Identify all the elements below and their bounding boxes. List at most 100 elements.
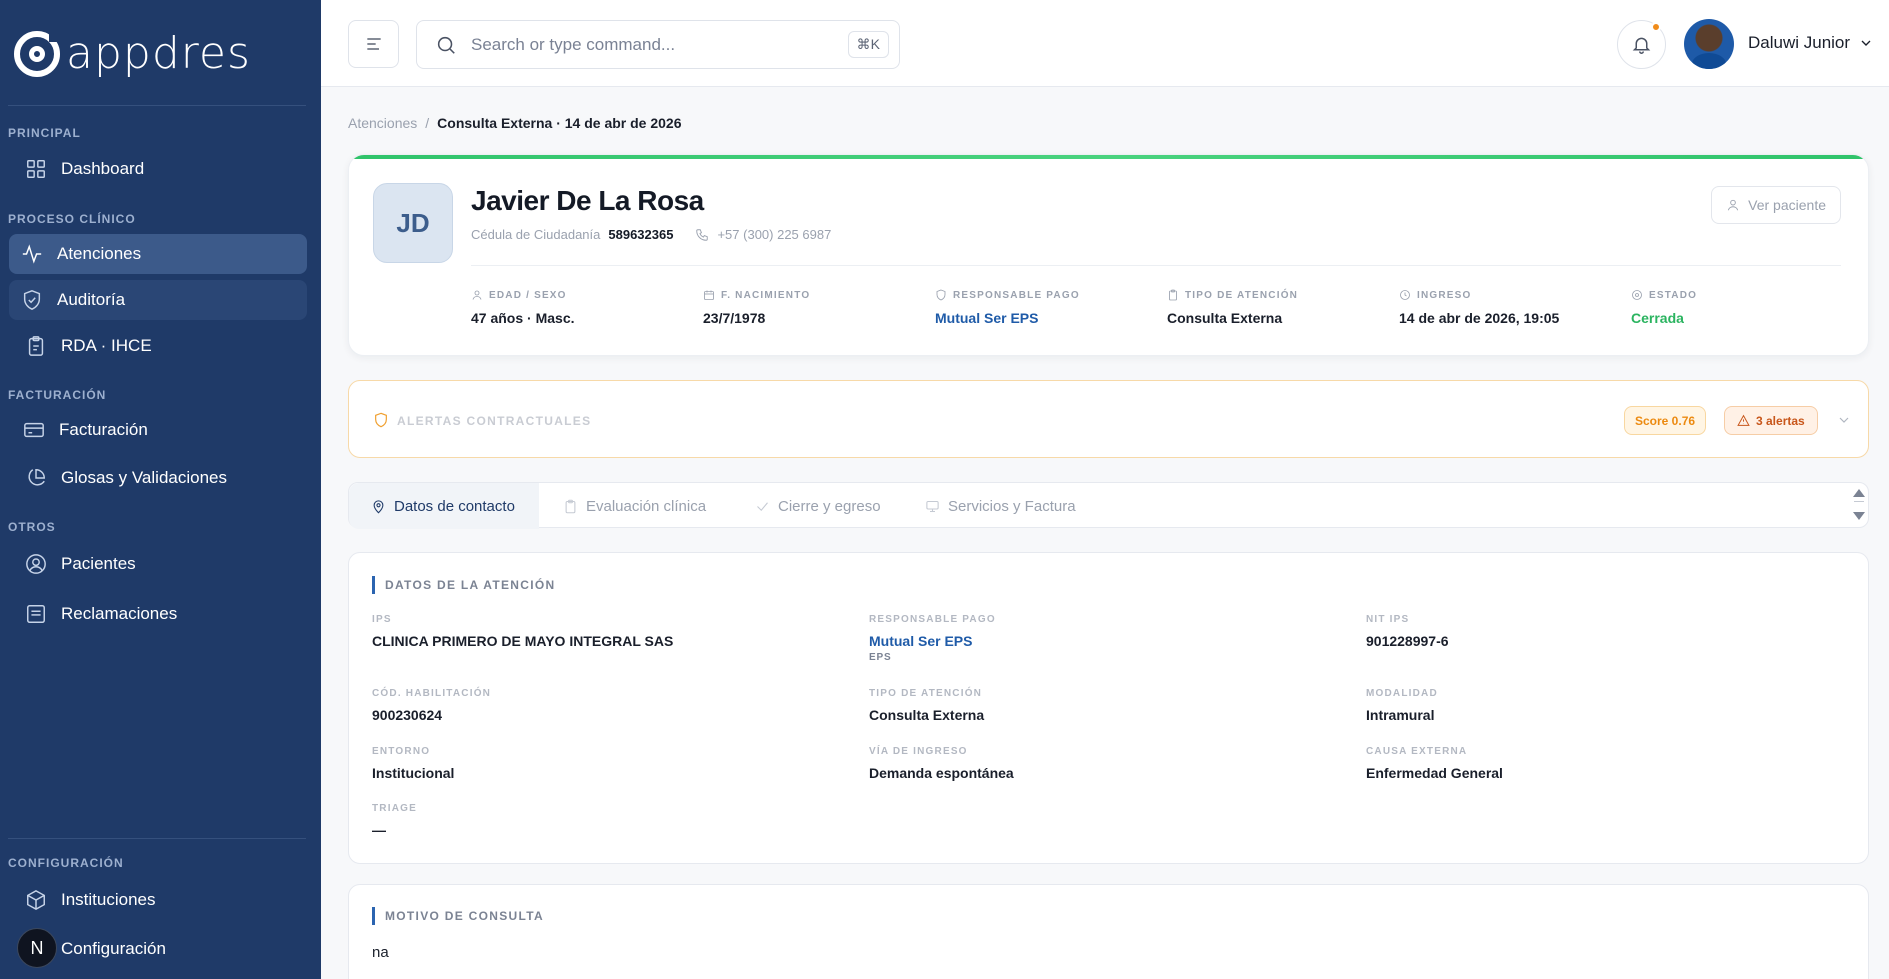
- logo-icon: [14, 27, 63, 77]
- sidebar-item-label: Facturación: [59, 420, 148, 439]
- status-stripe: [349, 155, 1868, 159]
- check-icon: [757, 501, 768, 511]
- sidebar-item-atenciones[interactable]: Atenciones: [9, 234, 307, 274]
- target-icon: [1632, 290, 1642, 300]
- field-label: CÓD. HABILITACIÓN: [372, 688, 492, 699]
- contract-alerts-panel[interactable]: ALERTAS CONTRACTUALES Score 0.76 3 alert…: [348, 380, 1869, 458]
- warning-icon: [1737, 414, 1750, 426]
- clipboard-icon: [565, 499, 576, 513]
- bell-icon: [1632, 37, 1651, 54]
- shortcut-hint: ⌘K: [847, 31, 889, 58]
- doc-number: 589632365: [608, 227, 674, 242]
- map-pin-icon: [373, 499, 384, 514]
- field-label: INGRESO: [1417, 289, 1472, 301]
- field-via-ingreso: VÍA DE INGRESO Demanda espontánea: [869, 746, 1014, 781]
- cube-icon: [25, 889, 47, 911]
- search-input[interactable]: [471, 34, 831, 55]
- tab-contacto[interactable]: Datos de contacto: [349, 483, 539, 529]
- field-value: 47 años · Masc.: [471, 310, 575, 326]
- status-badge: Cerrada: [1631, 310, 1684, 326]
- field-value: 23/7/1978: [703, 310, 766, 326]
- field-value: Demanda espontánea: [869, 765, 1014, 781]
- field-label: MODALIDAD: [1366, 688, 1438, 699]
- topbar: ⌘K Daluwi Junior: [321, 0, 1889, 87]
- breadcrumb: Atenciones / Consulta Externa · 14 de ab…: [348, 115, 682, 131]
- field-value: Consulta Externa: [1167, 310, 1283, 326]
- tabs-scrollbar[interactable]: [1852, 489, 1866, 523]
- alerts-count-badge: 3 alertas: [1724, 406, 1818, 435]
- sidebar-item-facturacion[interactable]: Facturación: [9, 410, 307, 450]
- pie-chart-icon: [25, 467, 47, 489]
- sidebar-item-label: Atenciones: [57, 244, 142, 263]
- chevron-down-icon: [1861, 40, 1871, 46]
- sidebar-item-label: Configuración: [61, 939, 166, 958]
- field-value: Enfermedad General: [1366, 765, 1503, 781]
- calendar-icon: [704, 290, 714, 300]
- field-label: IPS: [372, 614, 392, 625]
- sidebar-item-glosas[interactable]: Glosas y Validaciones: [9, 458, 307, 498]
- clipboard-icon: [1169, 289, 1177, 301]
- search-box[interactable]: ⌘K: [416, 20, 900, 69]
- user-menu[interactable]: Daluwi Junior: [1748, 33, 1874, 53]
- tab-cierre[interactable]: Cierre y egreso: [733, 483, 903, 529]
- field-ingreso: INGRESO 14 de abr de 2026, 19:05: [1399, 289, 1559, 327]
- breadcrumb-parent[interactable]: Atenciones: [348, 115, 417, 131]
- field-label: VÍA DE INGRESO: [869, 746, 968, 757]
- app-logo[interactable]: appdres: [14, 27, 251, 79]
- phone-icon: [696, 228, 709, 241]
- shield-icon: [373, 412, 389, 428]
- alerts-title: ALERTAS CONTRACTUALES: [397, 414, 592, 428]
- field-ips: IPS CLINICA PRIMERO DE MAYO INTEGRAL SAS: [372, 614, 673, 649]
- sidebar-divider: [8, 838, 306, 839]
- menu-icon: [366, 38, 381, 50]
- user-name: Daluwi Junior: [1748, 33, 1851, 52]
- section-title: MOTIVO DE CONSULTA: [372, 907, 544, 925]
- section-config: CONFIGURACIÓN: [8, 856, 124, 870]
- breadcrumb-current: Consulta Externa · 14 de abr de 2026: [437, 115, 682, 131]
- doc-type: Cédula de Ciudadanía: [471, 227, 601, 242]
- menu-toggle-button[interactable]: [348, 20, 399, 68]
- activity-icon: [21, 243, 43, 265]
- tab-servicios[interactable]: Servicios y Factura: [903, 483, 1098, 529]
- user-circle-icon: [25, 553, 47, 575]
- sidebar-item-auditoria[interactable]: Auditoría: [9, 280, 307, 320]
- view-patient-button[interactable]: Ver paciente: [1711, 186, 1841, 224]
- avatar[interactable]: [1684, 19, 1734, 69]
- payer-link[interactable]: Mutual Ser EPS: [869, 633, 996, 649]
- field-label: TIPO DE ATENCIÓN: [869, 688, 983, 699]
- sidebar-item-pacientes[interactable]: Pacientes: [9, 544, 307, 584]
- patient-name: Javier De La Rosa: [471, 185, 704, 216]
- tab-label: Cierre y egreso: [778, 497, 881, 515]
- payer-type: EPS: [869, 652, 892, 663]
- sidebar-item-dashboard[interactable]: Dashboard: [9, 149, 307, 189]
- field-label: ENTORNO: [372, 746, 431, 757]
- field-triage: TRIAGE —: [372, 803, 417, 838]
- field-tipo-atencion: TIPO DE ATENCIÓN Consulta Externa: [869, 688, 984, 723]
- notifications-button[interactable]: [1617, 20, 1666, 69]
- scroll-down-icon[interactable]: [1853, 512, 1865, 520]
- view-patient-label: Ver paciente: [1748, 197, 1826, 213]
- field-value: —: [372, 822, 386, 838]
- card-divider: [471, 265, 1841, 266]
- field-responsable: RESPONSABLE PAGO Mutual Ser EPS: [935, 289, 1080, 327]
- field-value: CLINICA PRIMERO DE MAYO INTEGRAL SAS: [372, 633, 674, 649]
- clock-icon: [1400, 290, 1410, 300]
- tab-evaluacion[interactable]: Evaluación clínica: [541, 483, 728, 529]
- chevron-down-icon[interactable]: [1836, 412, 1852, 428]
- field-label: NIT IPS: [1366, 614, 1410, 625]
- section-principal: PRINCIPAL: [8, 126, 81, 140]
- field-label: CAUSA EXTERNA: [1366, 746, 1468, 757]
- shield-check-icon: [21, 289, 43, 311]
- sidebar-item-instituciones[interactable]: Instituciones: [9, 880, 307, 920]
- field-entorno: ENTORNO Institucional: [372, 746, 454, 781]
- payer-link[interactable]: Mutual Ser EPS: [935, 310, 1080, 326]
- sidebar-item-rda[interactable]: RDA · IHCE: [9, 326, 307, 366]
- field-label: TIPO DE ATENCIÓN: [1185, 289, 1299, 301]
- scroll-up-icon[interactable]: [1853, 489, 1865, 497]
- score-badge: Score 0.76: [1624, 406, 1707, 435]
- dev-badge[interactable]: N: [17, 928, 57, 968]
- sidebar-item-reclamaciones[interactable]: Reclamaciones: [9, 594, 307, 634]
- field-label: RESPONSABLE PAGO: [953, 289, 1080, 301]
- field-value: Intramural: [1366, 707, 1435, 723]
- shield-icon: [936, 289, 946, 301]
